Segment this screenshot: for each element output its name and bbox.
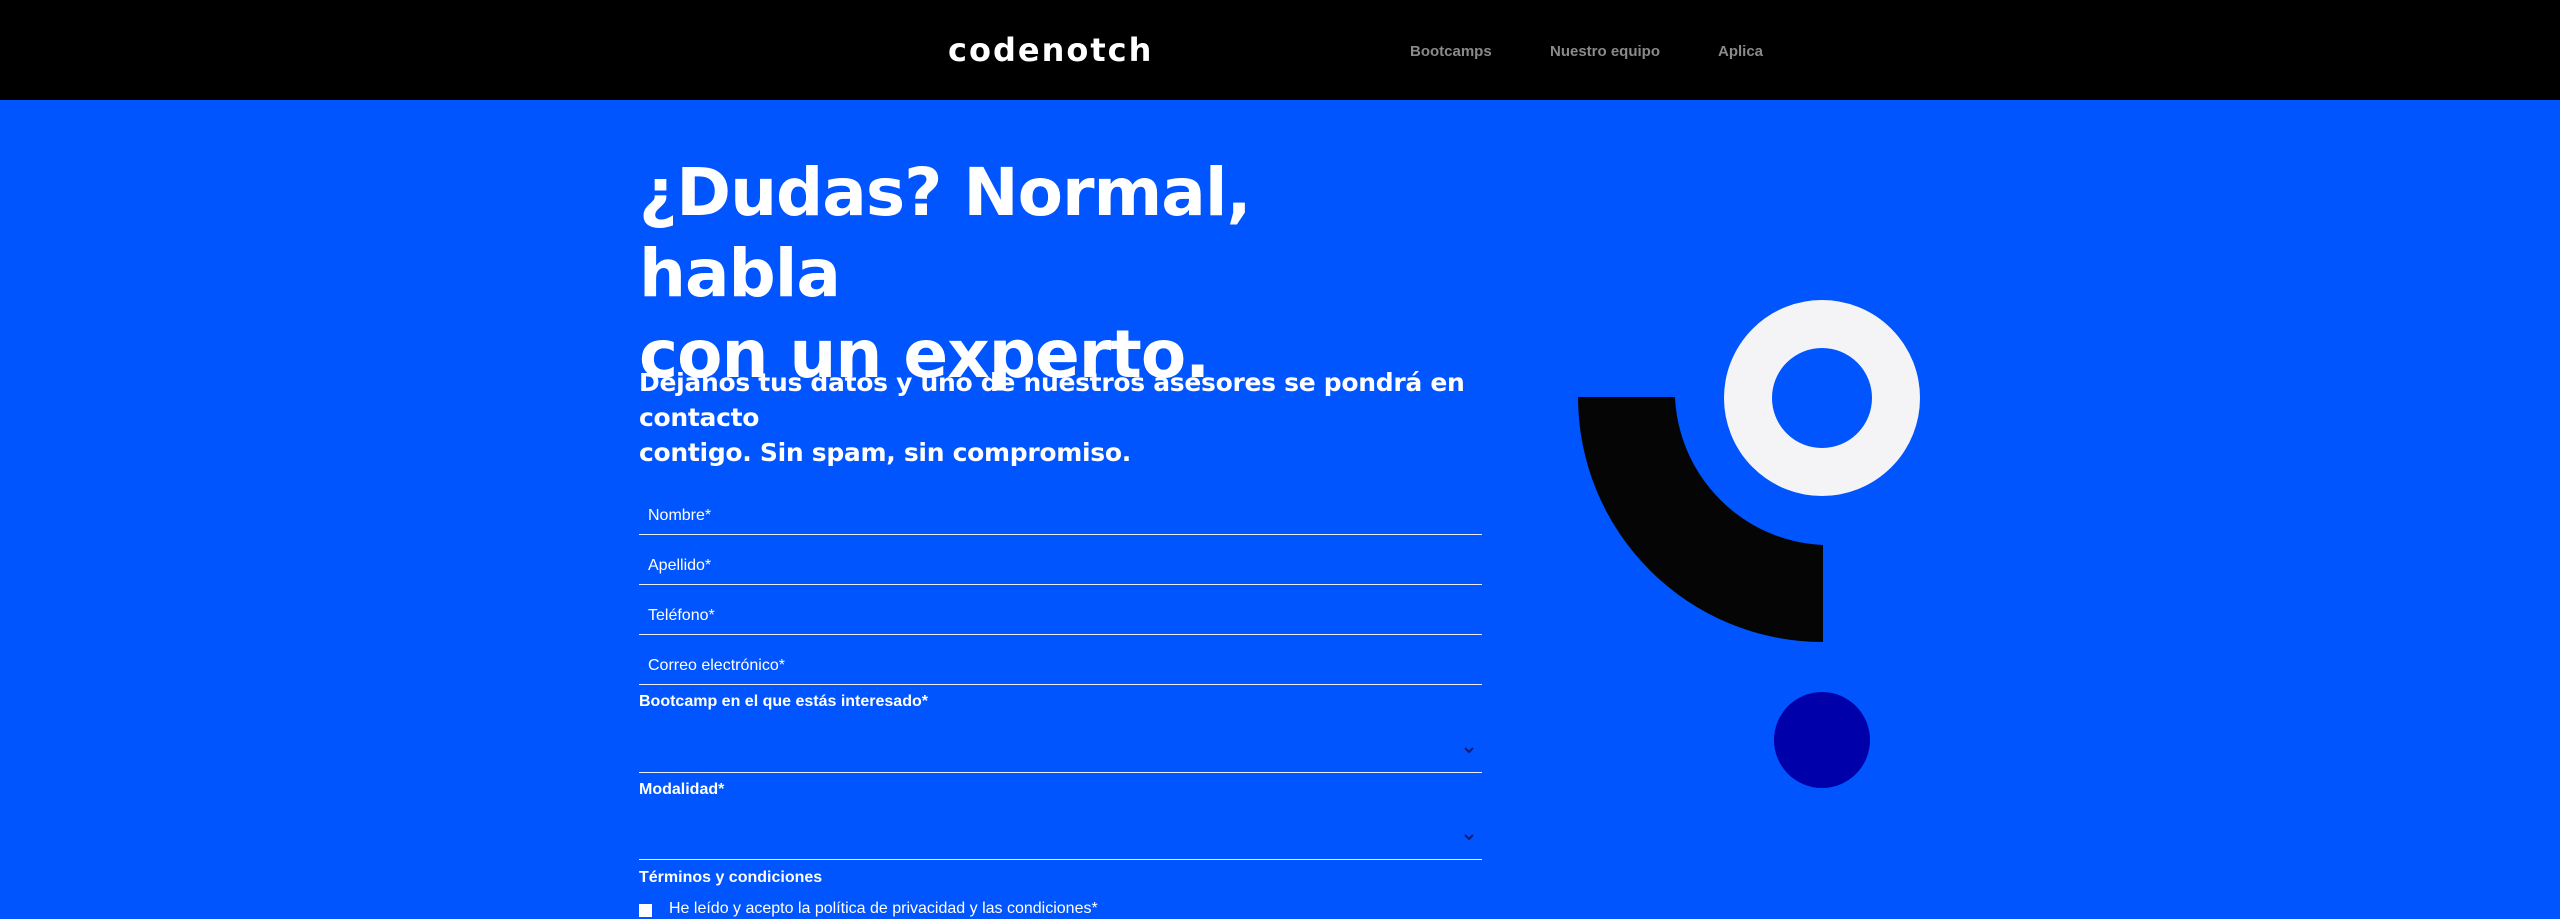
navy-dot-shape bbox=[1774, 692, 1870, 788]
bootcamp-label: Bootcamp en el que estás interesado* bbox=[639, 693, 928, 710]
page-title-line-1: ¿Dudas? Normal, habla bbox=[639, 154, 1252, 312]
nav-bootcamps[interactable]: Bootcamps bbox=[1410, 43, 1492, 61]
terms-checkbox-label[interactable]: He leído y acepto la política de privaci… bbox=[669, 899, 1098, 919]
terms-heading: Términos y condiciones bbox=[639, 869, 823, 886]
nav-aplica[interactable]: Aplica bbox=[1718, 43, 1763, 61]
email-input[interactable] bbox=[639, 637, 1482, 684]
page-subtitle-line-2: contigo. Sin spam, sin compromiso. bbox=[639, 438, 1131, 467]
chevron-down-icon bbox=[1464, 834, 1474, 841]
top-navbar: codenotch Bootcamps Nuestro equipo Aplic… bbox=[0, 0, 2560, 100]
telefono-input[interactable] bbox=[639, 587, 1482, 634]
decorative-shapes-illustration bbox=[1578, 300, 1920, 788]
nombre-input[interactable] bbox=[639, 487, 1482, 534]
nav-nuestro-equipo[interactable]: Nuestro equipo bbox=[1550, 43, 1660, 61]
apellido-input[interactable] bbox=[639, 537, 1482, 584]
bootcamp-select[interactable] bbox=[639, 725, 1482, 773]
modalidad-select[interactable] bbox=[639, 812, 1482, 860]
page-subtitle: Déjanos tus datos y uno de nuestros ases… bbox=[639, 365, 1499, 470]
modalidad-label: Modalidad* bbox=[639, 781, 725, 798]
nombre-field-wrapper bbox=[639, 487, 1482, 535]
codenotch-logo[interactable]: codenotch bbox=[948, 30, 1153, 70]
chevron-down-icon bbox=[1464, 747, 1474, 754]
page-subtitle-line-1: Déjanos tus datos y uno de nuestros ases… bbox=[639, 368, 1465, 432]
apellido-field-wrapper bbox=[639, 537, 1482, 585]
email-field-wrapper bbox=[639, 637, 1482, 685]
telefono-field-wrapper bbox=[639, 587, 1482, 635]
page-title: ¿Dudas? Normal, habla con un experto. bbox=[639, 152, 1439, 395]
white-ring-shape bbox=[1724, 300, 1920, 496]
